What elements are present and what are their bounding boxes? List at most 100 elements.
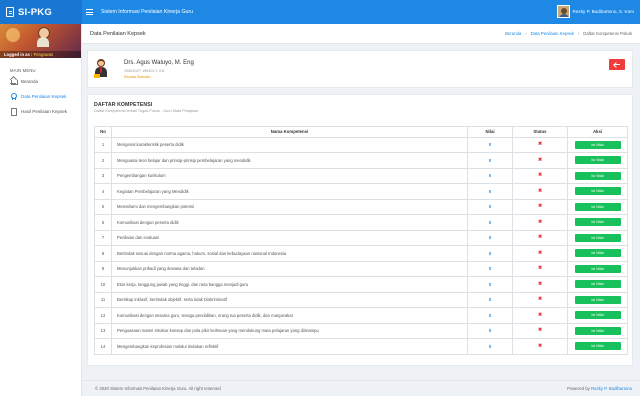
status-cross-icon: ✖ [512,198,568,215]
table-header-row: No Nama Kompetensi Nilai Status Aksi [94,126,628,138]
sidebar-item-hasil-penilaian-kepsek[interactable]: Hasil Penilaian Kepsek [0,104,81,118]
competency-title: DAFTAR KOMPETENSI [94,102,153,108]
competency-name: Bersikap inklusif, bertindak objektif, s… [111,291,468,308]
isi-nilai-button[interactable]: Isi Nilai [574,311,621,320]
action-cell: Isi Nilai [567,322,628,339]
breadcrumb-data-penilaian[interactable]: Data Penilaian Kepsek [531,31,574,36]
isi-nilai-button[interactable]: Isi Nilai [574,218,621,227]
table-row: 11 Bersikap inklusif, bertindak objektif,… [94,291,628,308]
competency-name: Penguasaan materi struktur konsep dan po… [111,322,468,339]
breadcrumb-separator: / [525,31,527,36]
status-cross-icon: ✖ [512,276,568,293]
brand-logo[interactable]: SI-PKG [0,0,82,24]
back-button[interactable] [609,59,625,70]
status-cross-icon: ✖ [512,167,568,184]
sidebar-item-data-penilaian-kepsek[interactable]: Data Penilaian Kepsek [0,89,81,103]
isi-nilai-button[interactable]: Isi Nilai [574,171,621,180]
footer-credit: Powered by Rezky P. Budihartono [567,386,632,391]
header-aksi: Aksi [567,126,628,138]
competency-name: Pengembangan kurikulum [111,167,468,184]
score-value: 0 [467,338,513,355]
score-value: 0 [467,214,513,231]
breadcrumb-separator: / [578,31,580,36]
competency-name: Mengenal karakteristik peserta didik [111,136,468,153]
row-number: 11 [94,291,112,308]
action-cell: Isi Nilai [567,136,628,153]
table-row: 12 Komunikasi dengan sesama guru, tenaga … [94,307,628,324]
isi-nilai-button[interactable]: Isi Nilai [574,249,621,258]
footer-copyright: © 2020 Sistem Informasi Penilaian Kinerj… [95,386,221,391]
table-row: 14 Mengembangkan keprofesian melalui tind… [94,338,628,355]
isi-nilai-button[interactable]: Isi Nilai [574,264,621,273]
isi-nilai-button[interactable]: Isi Nilai [574,295,621,304]
score-value: 0 [467,307,513,324]
user-menu[interactable]: Rezky P. Budihartono, S. Kom [556,5,634,18]
table-row: 7 Penilaian dan evaluasi 0 ✖ Isi Nilai [94,229,628,246]
isi-nilai-button[interactable]: Isi Nilai [574,187,621,196]
competency-table: No Nama Kompetensi Nilai Status Aksi 1 Me… [94,126,628,355]
competency-name: Kegiatan Pembelajaran yang Mendidik [111,183,468,200]
row-number: 2 [94,152,112,169]
status-cross-icon: ✖ [512,136,568,153]
row-number: 10 [94,276,112,293]
row-number: 14 [94,338,112,355]
row-number: 13 [94,322,112,339]
breadcrumb-current: Daftar Kompetensi Pokok [583,31,632,36]
menu-header: MAIN MENU [10,68,36,73]
row-number: 12 [94,307,112,324]
score-value: 0 [467,245,513,262]
table-row: 6 Komunikasi dengan peserta didik 0 ✖ Isi Ni… [94,214,628,231]
top-navbar: SI-PKG Sistem Informasi Penilaian Kinerj… [0,0,640,24]
app-title: Sistem Informasi Penilaian Kinerja Guru [101,9,193,15]
action-cell: Isi Nilai [567,214,628,231]
profile-nip: 19661027 199402 1 011 [124,69,165,73]
row-number: 7 [94,229,112,246]
isi-nilai-button[interactable]: Isi Nilai [574,233,621,242]
competency-name: Menguasai teori belajar dan prinsip-prin… [111,152,468,169]
competency-name: Bertindak sesuai dengan norma agama, huk… [111,245,468,262]
row-number: 4 [94,183,112,200]
page-header: Data Penilaian Kepsek Beranda / Data Pen… [82,24,640,44]
row-number: 3 [94,167,112,184]
action-cell: Isi Nilai [567,260,628,277]
isi-nilai-button[interactable]: Isi Nilai [574,156,621,165]
sidebar: Logged in as : Pengawas MAIN MENU Berand… [0,24,82,396]
status-cross-icon: ✖ [512,229,568,246]
breadcrumb-home[interactable]: Beranda [505,31,521,36]
award-icon [10,93,17,100]
action-cell: Isi Nilai [567,198,628,215]
competency-name: Komunikasi dengan peserta didik [111,214,468,231]
row-number: 5 [94,198,112,215]
isi-nilai-button[interactable]: Isi Nilai [574,140,621,149]
table-row: 9 Menunjukkan pribadi yang dewasa dan tel… [94,260,628,277]
action-cell: Isi Nilai [567,167,628,184]
page-title: Data Penilaian Kepsek [90,30,146,37]
status-cross-icon: ✖ [512,307,568,324]
isi-nilai-button[interactable]: Isi Nilai [574,280,621,289]
table-row: 4 Kegiatan Pembelajaran yang Mendidik 0 ✖ Is… [94,183,628,200]
score-value: 0 [467,260,513,277]
action-cell: Isi Nilai [567,338,628,355]
status-cross-icon: ✖ [512,245,568,262]
header-status: Status [512,126,568,138]
isi-nilai-button[interactable]: Isi Nilai [574,326,621,335]
table-row: 8 Bertindak sesuai dengan norma agama, hu… [94,245,628,262]
status-cross-icon: ✖ [512,322,568,339]
powered-by-link[interactable]: Rezky P. Budihartono [591,386,632,391]
isi-nilai-button[interactable]: Isi Nilai [574,202,621,211]
competency-name: Etos kerja, tanggung jawab yang tinggi, … [111,276,468,293]
score-value: 0 [467,152,513,169]
status-cross-icon: ✖ [512,183,568,200]
logged-in-role: Pengawas [33,52,54,57]
action-cell: Isi Nilai [567,291,628,308]
row-number: 1 [94,136,112,153]
header-nilai: Nilai [467,126,513,138]
competency-name: Penilaian dan evaluasi [111,229,468,246]
isi-nilai-button[interactable]: Isi Nilai [574,342,621,351]
app-name: SI-PKG [18,6,52,18]
action-cell: Isi Nilai [567,245,628,262]
profile-name: Drs. Agus Waluyo, M. Eng [124,60,194,66]
document-icon [6,7,14,17]
menu-toggle-icon[interactable] [86,9,93,15]
sidebar-item-beranda[interactable]: Beranda [0,74,81,88]
